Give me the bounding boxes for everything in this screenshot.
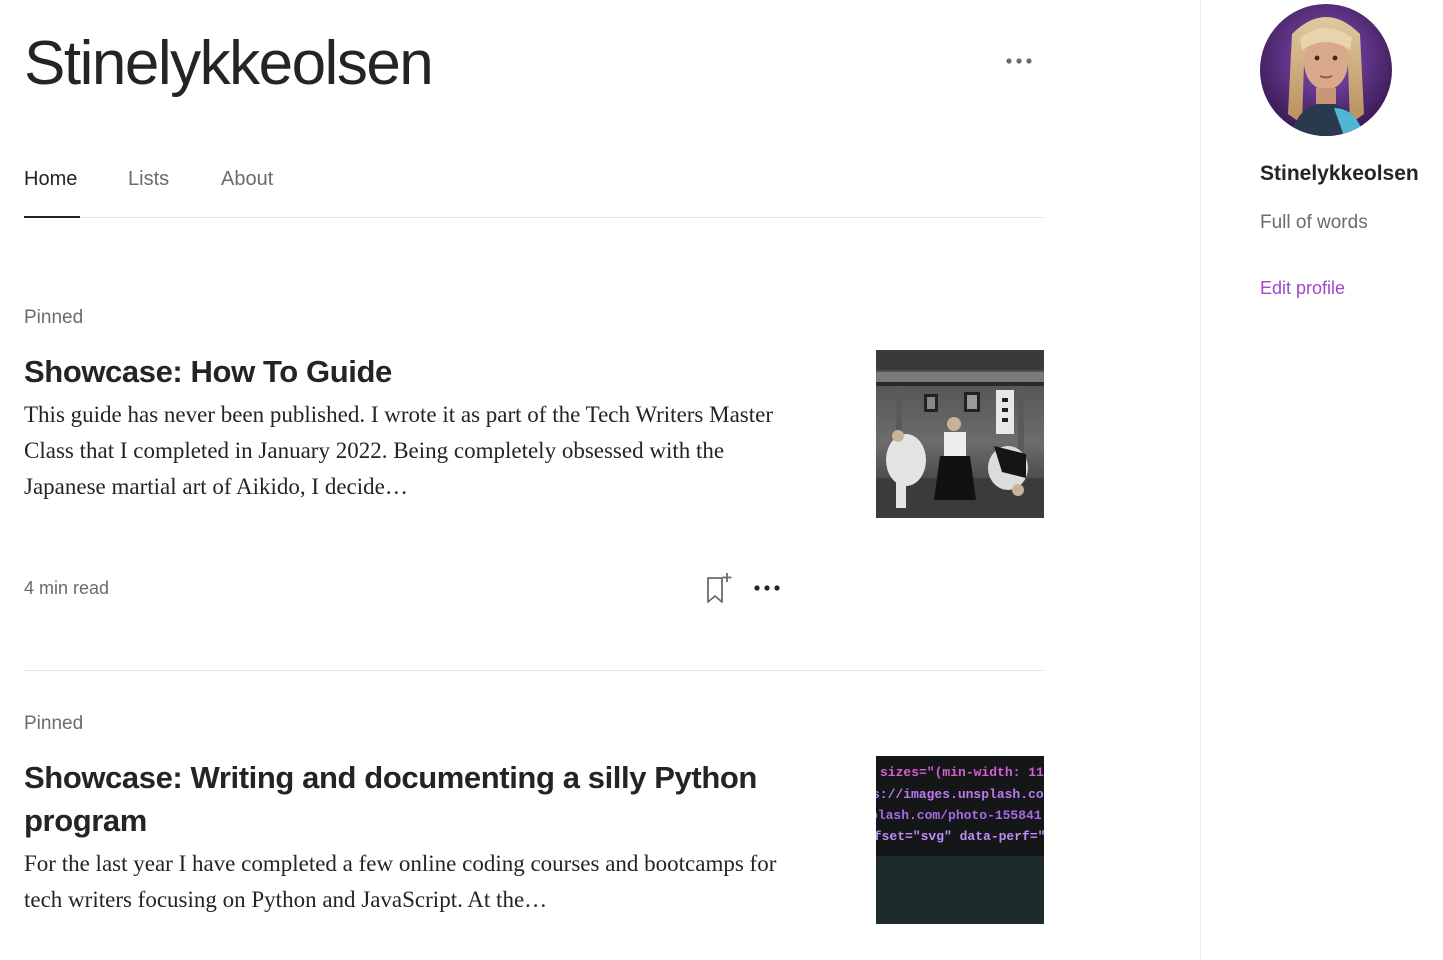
article-excerpt[interactable]: For the last year I have completed a few… bbox=[24, 846, 784, 918]
code-line-3: plash.com/photo-155841 bbox=[876, 808, 1042, 823]
profile-more-button[interactable] bbox=[1002, 48, 1036, 74]
article-title[interactable]: Showcase: How To Guide bbox=[24, 350, 804, 393]
article-title[interactable]: Showcase: Writing and documenting a sill… bbox=[24, 756, 804, 842]
profile-tabs: Home Lists About bbox=[24, 160, 1044, 218]
article-excerpt[interactable]: This guide has never been published. I w… bbox=[24, 397, 784, 505]
bookmark-add-button[interactable] bbox=[704, 572, 734, 604]
profile-page: Stinelykkeolsen Home Lists About Pinned … bbox=[0, 0, 1443, 960]
more-horizontal-icon bbox=[754, 585, 780, 591]
edit-profile-link[interactable]: Edit profile bbox=[1260, 278, 1345, 299]
sidebar-divider bbox=[1200, 0, 1201, 960]
profile-sidebar: Stinelykkeolsen Full of words Edit profi… bbox=[1260, 0, 1443, 960]
article-card: Pinned Showcase: Writing and documenting… bbox=[24, 712, 1044, 960]
page-title: Stinelykkeolsen bbox=[24, 29, 434, 98]
pinned-label: Pinned bbox=[24, 713, 84, 734]
article-thumbnail[interactable]: sizes="(min-width: 11 s://images.unsplas… bbox=[876, 756, 1044, 924]
sidebar-profile-name[interactable]: Stinelykkeolsen bbox=[1260, 162, 1419, 186]
read-time: 4 min read bbox=[24, 578, 110, 598]
article-divider bbox=[24, 670, 1044, 671]
pinned-label: Pinned bbox=[24, 307, 84, 328]
article-card: Pinned Showcase: How To Guide This guide… bbox=[24, 306, 1044, 666]
bookmark-add-icon bbox=[707, 573, 732, 603]
tab-lists[interactable]: Lists bbox=[128, 166, 169, 192]
article-more-button[interactable] bbox=[752, 576, 782, 600]
code-line-1: sizes="(min-width: 11 bbox=[880, 765, 1044, 780]
active-tab-indicator bbox=[24, 216, 80, 218]
tab-home[interactable]: Home bbox=[24, 166, 77, 192]
main-column: Stinelykkeolsen Home Lists About Pinned … bbox=[24, 0, 1044, 960]
more-horizontal-icon bbox=[1006, 58, 1032, 64]
article-thumbnail[interactable] bbox=[876, 350, 1044, 518]
code-line-4: nfset="svg" data-perf=" bbox=[876, 829, 1044, 844]
code-line-2: s://images.unsplash.com bbox=[876, 787, 1044, 802]
tab-about[interactable]: About bbox=[221, 166, 273, 192]
article-meta-row: 4 min read bbox=[24, 572, 784, 608]
avatar[interactable] bbox=[1260, 4, 1392, 136]
sidebar-profile-bio: Full of words bbox=[1260, 212, 1368, 233]
